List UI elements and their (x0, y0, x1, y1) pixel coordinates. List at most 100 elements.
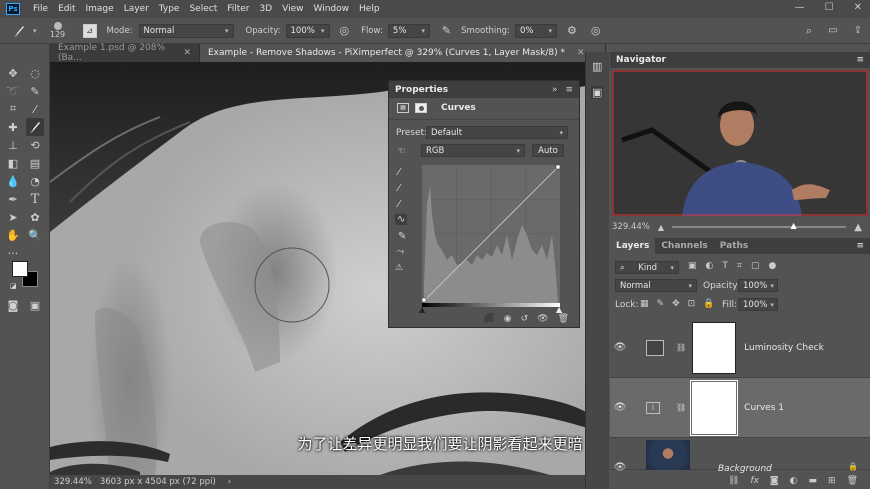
visibility-eye-icon[interactable]: 👁 (610, 342, 630, 353)
status-chevron-icon[interactable]: › (228, 477, 231, 487)
pressure-opacity-icon[interactable]: ◎ (340, 24, 350, 37)
menu-filter[interactable]: Filter (222, 4, 254, 14)
layer-name[interactable]: Curves 1 (744, 403, 784, 413)
chain-link-icon[interactable]: ⛓ (676, 403, 686, 412)
eraser-tool-icon[interactable]: ◧ (4, 154, 22, 172)
blur-tool-icon[interactable]: 💧 (4, 172, 22, 190)
blend-mode-select[interactable]: Normal ▾ (615, 279, 697, 292)
tab-channels[interactable]: Channels (655, 238, 713, 254)
curve-point-tool-icon[interactable]: ∿ (395, 214, 408, 225)
foreground-color-swatch[interactable] (12, 261, 28, 277)
trash-icon[interactable]: 🗑 (847, 476, 858, 486)
filter-smart-object-icon[interactable]: ▢ (751, 261, 760, 271)
dodge-tool-icon[interactable]: ◔ (26, 172, 44, 190)
tab-layers[interactable]: Layers (610, 238, 656, 254)
lasso-tool-icon[interactable]: ➰ (4, 82, 22, 100)
zoom-out-icon[interactable]: ▲ (658, 223, 664, 232)
zoom-slider-handle[interactable]: ▲ (791, 221, 797, 230)
filter-type-icon[interactable]: T (722, 261, 728, 271)
menu-layer[interactable]: Layer (119, 4, 154, 14)
tab-example-1[interactable]: Example 1.psd @ 208% (Ba... ✕ (50, 43, 200, 63)
clone-stamp-tool-icon[interactable]: ⊥ (4, 136, 22, 154)
lock-artboard-icon[interactable]: ⊡ (688, 299, 696, 309)
mode-select[interactable]: Normal ▾ (138, 23, 234, 38)
move-tool-icon[interactable]: ✥ (4, 64, 22, 82)
path-select-tool-icon[interactable]: ➤ (4, 208, 22, 226)
marquee-tool-icon[interactable]: ◌ (26, 64, 44, 82)
menu-select[interactable]: Select (184, 4, 222, 14)
layer-filter-select[interactable]: ⌕ Kind ▾ (615, 261, 679, 274)
filter-shape-icon[interactable]: ⌗ (737, 261, 742, 271)
link-layers-icon[interactable]: ⛓ (728, 476, 739, 486)
workspace-icon[interactable]: ▭ (828, 25, 837, 36)
screen-mode-icon[interactable]: ▣ (26, 296, 44, 314)
minimize-icon[interactable]: — (795, 2, 805, 13)
zoom-in-icon[interactable]: ▲ (854, 222, 862, 233)
new-layer-icon[interactable]: ⊞ (828, 476, 836, 486)
filter-adjustment-icon[interactable]: ◐ (706, 261, 714, 271)
lock-position-icon[interactable]: ✥ (672, 299, 680, 309)
menu-view[interactable]: View (277, 4, 308, 14)
crop-tool-icon[interactable]: ⌗ (4, 100, 22, 118)
fill-field[interactable]: 100% ▾ (738, 298, 778, 311)
zoom-level[interactable]: 329.44% (54, 477, 92, 487)
trash-icon[interactable]: 🗑 (558, 314, 569, 324)
layer-opacity-field[interactable]: 100% ▾ (738, 279, 778, 292)
smoothing-field[interactable]: 0% ▾ (514, 23, 557, 38)
panel-menu-icon[interactable]: ≡ (856, 241, 864, 251)
zoom-slider[interactable]: ▲ (671, 221, 847, 230)
new-adjustment-icon[interactable]: ◐ (790, 476, 798, 486)
type-tool-icon[interactable]: T (26, 190, 44, 208)
close-icon[interactable]: ✕ (183, 48, 191, 58)
quick-select-tool-icon[interactable]: ✎ (26, 82, 44, 100)
menu-edit[interactable]: Edit (53, 4, 80, 14)
panel-menu-icon[interactable]: ≡ (565, 85, 573, 95)
preset-select[interactable]: Default ▾ (426, 126, 568, 139)
white-point-eyedropper-icon[interactable]: ⁄ (398, 199, 400, 210)
brush-settings-icon[interactable]: ⊿ (82, 23, 97, 38)
new-group-icon[interactable]: ▬ (809, 476, 818, 486)
healing-tool-icon[interactable]: ✚ (4, 118, 22, 136)
pencil-draw-icon[interactable]: ✎ (398, 231, 406, 242)
filter-toggle-icon[interactable]: ● (768, 261, 776, 271)
flow-field[interactable]: 5% ▾ (387, 23, 430, 38)
layer-mask-icon[interactable] (415, 103, 427, 113)
black-point-eyedropper-icon[interactable]: ⁄ (398, 167, 400, 178)
visibility-eye-icon[interactable]: 👁 (610, 462, 630, 473)
gradient-tool-icon[interactable]: ▤ (26, 154, 44, 172)
layer-mask-thumbnail[interactable] (692, 321, 737, 374)
add-mask-icon[interactable]: ◙ (770, 476, 779, 486)
maximize-icon[interactable]: ☐ (825, 2, 834, 13)
layer-row[interactable]: 👁 ⛓ Luminosity Check (610, 318, 870, 378)
pen-tool-icon[interactable]: ✒ (4, 190, 22, 208)
info-panel-icon[interactable]: ▣ (591, 86, 604, 99)
clipping-warning-icon[interactable]: ⚠ (395, 263, 403, 273)
layer-row[interactable]: 👁 Background 🔒 (610, 438, 870, 474)
more-tools-icon[interactable]: ··· (4, 244, 22, 262)
brush-tool-icon[interactable] (26, 118, 44, 136)
reset-icon[interactable]: ↺ (521, 314, 529, 324)
layer-style-icon[interactable]: fx (750, 476, 759, 486)
navigator-preview[interactable] (612, 70, 868, 216)
chain-link-icon[interactable]: ⛓ (676, 343, 686, 352)
smooth-curve-icon[interactable]: ⤳ (397, 247, 404, 257)
panel-menu-icon[interactable]: ≡ (856, 55, 864, 65)
lock-transparent-icon[interactable]: ▦ (640, 299, 649, 309)
menu-help[interactable]: Help (354, 4, 385, 14)
history-brush-tool-icon[interactable]: ⟲ (26, 136, 44, 154)
gray-point-eyedropper-icon[interactable]: ⁄ (398, 183, 400, 194)
auto-button[interactable]: Auto (532, 144, 564, 157)
pressure-size-icon[interactable]: ◎ (591, 24, 601, 37)
menu-window[interactable]: Window (309, 4, 355, 14)
opacity-field[interactable]: 100% ▾ (285, 23, 330, 38)
zoom-tool-icon[interactable]: 🔍 (26, 226, 44, 244)
menu-image[interactable]: Image (81, 4, 119, 14)
target-adjust-icon[interactable]: ☜ (397, 146, 406, 157)
layer-name[interactable]: Luminosity Check (744, 343, 824, 353)
tab-paths[interactable]: Paths (714, 238, 755, 254)
share-icon[interactable]: ⇪ (854, 25, 862, 36)
brush-tool-icon[interactable] (12, 24, 30, 38)
lock-all-icon[interactable]: 🔒 (703, 299, 714, 309)
shape-tool-icon[interactable]: ✿ (26, 208, 44, 226)
brush-preset-picker[interactable]: 129 (47, 22, 69, 39)
